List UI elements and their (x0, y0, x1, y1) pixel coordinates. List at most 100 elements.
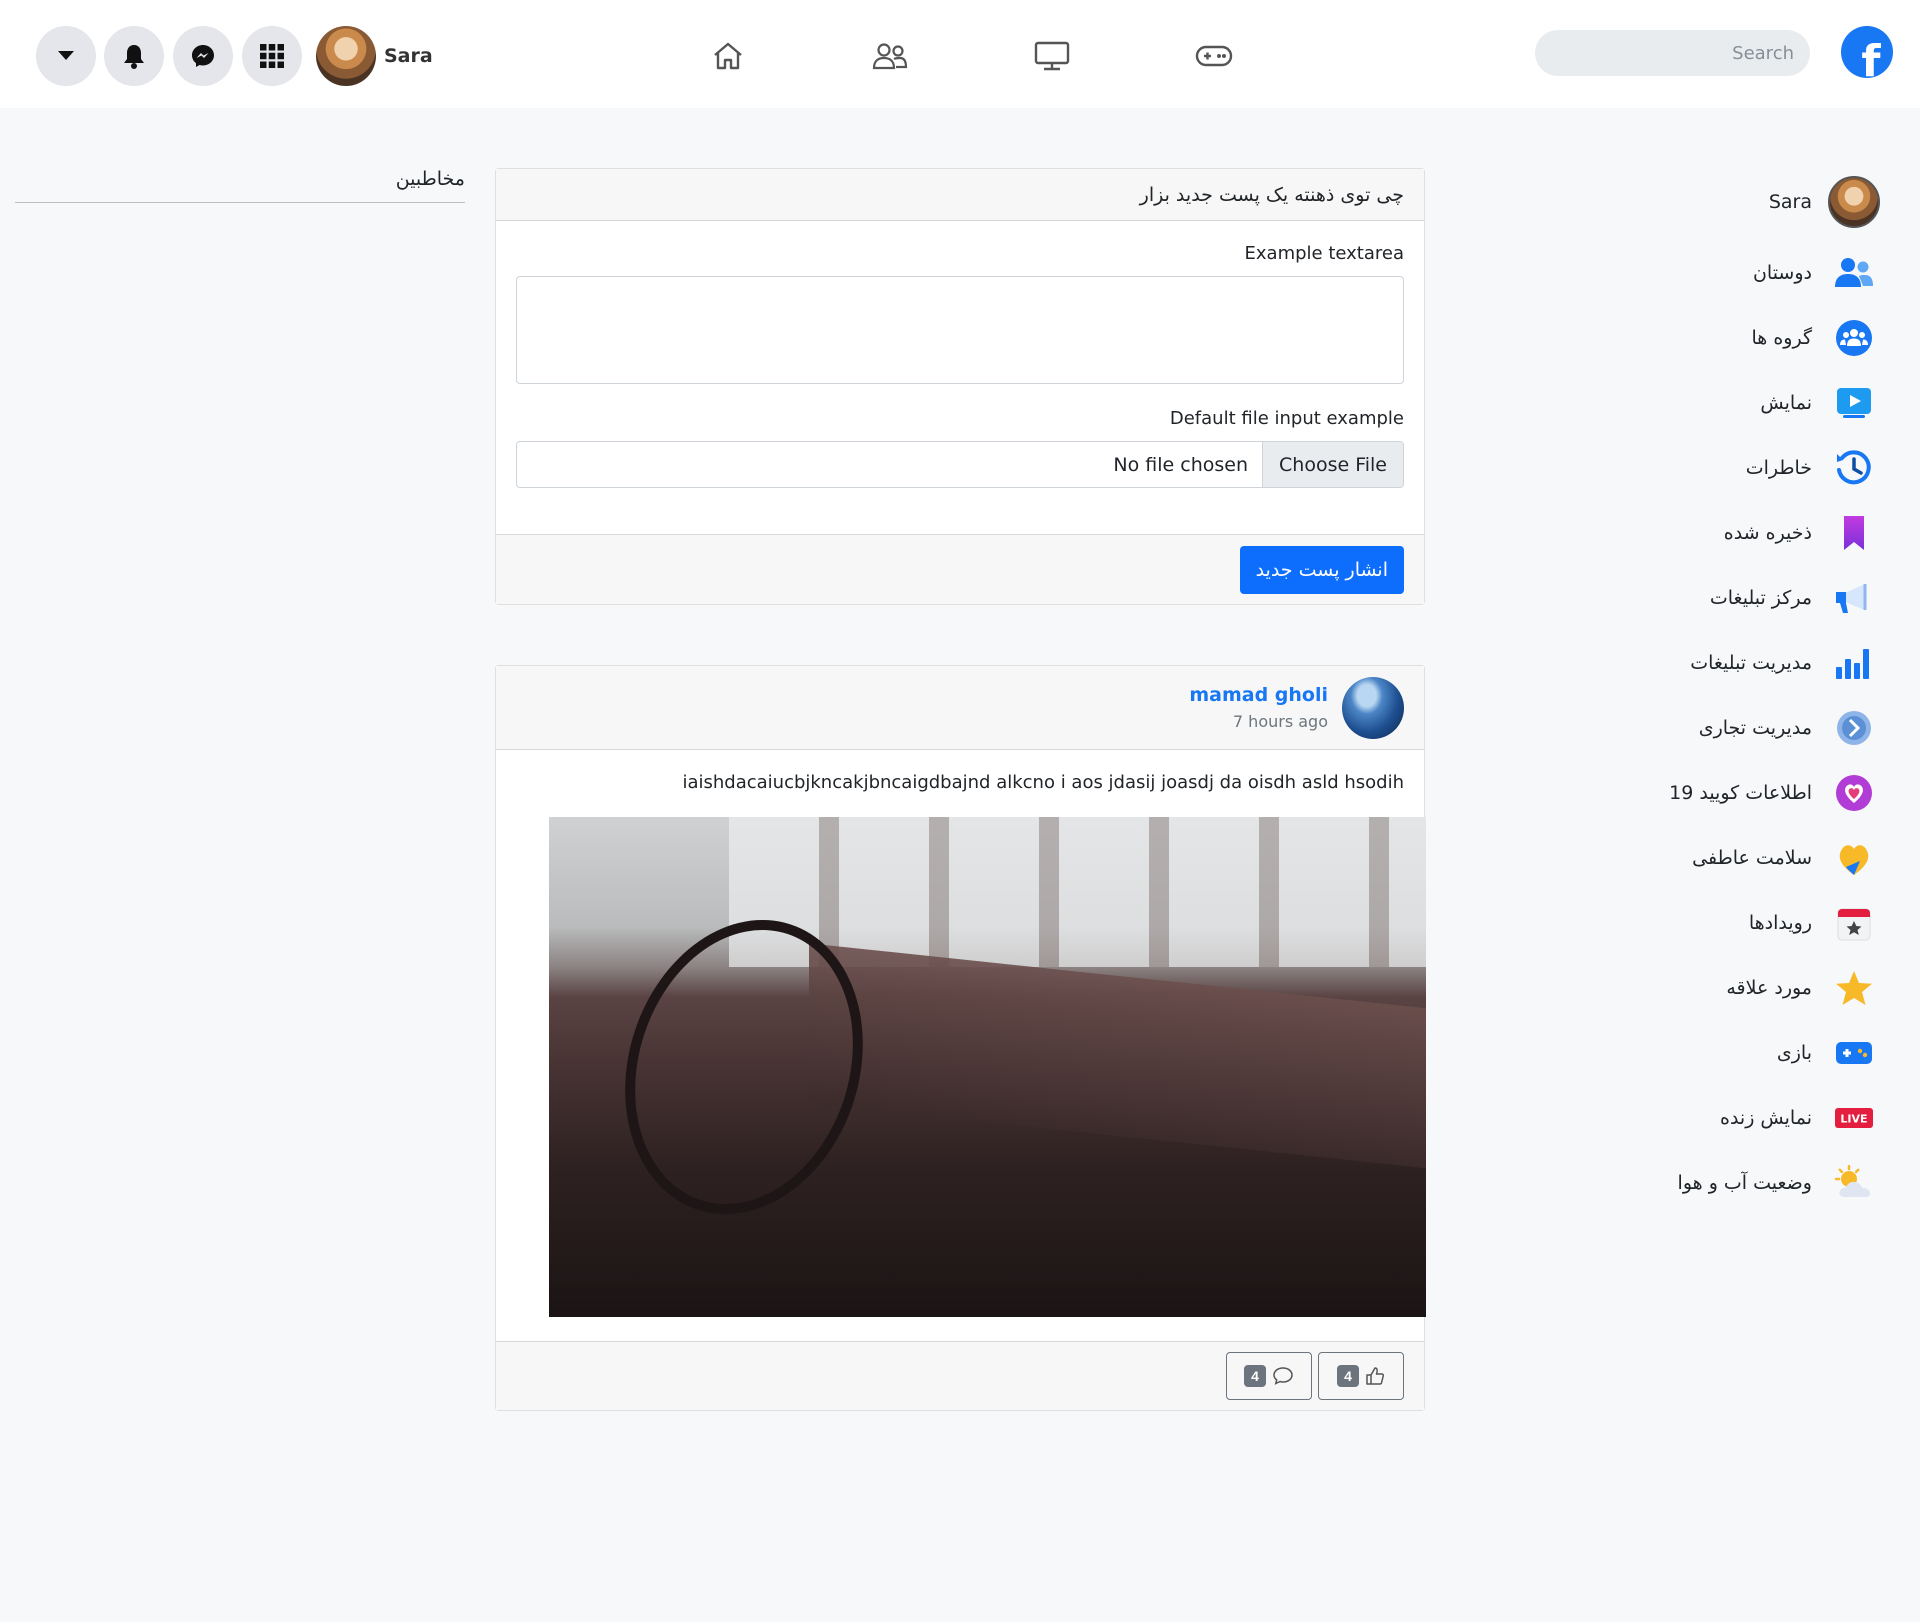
monitor-icon (1034, 41, 1070, 71)
post-author-name[interactable]: mamad gholi (1189, 684, 1328, 706)
gamepad-icon (1195, 45, 1233, 67)
image-dashboard (809, 943, 1426, 1171)
choose-file-button[interactable]: Choose File (1262, 442, 1403, 487)
sidebar-item-gaming[interactable]: بازی (1640, 1020, 1880, 1085)
like-count: 4 (1337, 1365, 1359, 1387)
contacts-panel: مخاطبین (15, 168, 465, 203)
like-button[interactable]: 4 (1318, 1352, 1404, 1400)
post-text: iaishdacaiucbjkncakjbncaigdbajnd alkcno … (682, 772, 1404, 793)
comment-icon (1273, 1367, 1293, 1385)
friends-icon (1835, 257, 1873, 287)
sidebar-item-business-manager[interactable]: مدیریت تجاری (1640, 695, 1880, 760)
post-footer: 4 4 (496, 1341, 1424, 1410)
home-icon (714, 42, 742, 70)
comment-button[interactable]: 4 (1226, 1352, 1312, 1400)
sidebar-item-covid-info[interactable]: اطلاعات کویید 19 (1640, 760, 1880, 825)
file-input[interactable]: Choose File No file chosen (516, 441, 1404, 488)
new-post-card: چی توی ذهنته یک پست جدید بزار Example te… (495, 168, 1425, 605)
bookmark-icon (1844, 515, 1864, 550)
star-icon (1836, 970, 1872, 1005)
gaming-icon (1836, 1041, 1872, 1064)
sidebar-item-favorites[interactable]: مورد علاقه (1640, 955, 1880, 1020)
publish-post-button[interactable]: انشار پست جدید (1239, 545, 1404, 594)
sidebar-item-label: نمایش (1760, 391, 1812, 414)
sidebar-item-label: رویدادها (1748, 911, 1812, 934)
sidebar-item-memories[interactable]: خاطرات (1640, 435, 1880, 500)
nav-watch[interactable] (1030, 34, 1074, 78)
sidebar-item-label: اطلاعات کویید 19 (1669, 781, 1812, 804)
sidebar-item-ad-center[interactable]: مرکز تبلیغات (1640, 565, 1880, 630)
image-background (729, 817, 1426, 967)
sidebar-item-watch[interactable]: نمایش (1640, 370, 1880, 435)
sidebar-item-label: مورد علاقه (1726, 976, 1812, 999)
comment-count: 4 (1244, 1365, 1266, 1387)
sidebar-item-label: خاطرات (1745, 456, 1812, 479)
file-input-label: Default file input example (1169, 408, 1404, 429)
sidebar-item-weather[interactable]: وضعیت آب و هوا (1640, 1150, 1880, 1215)
sidebar-item-label: بازی (1776, 1041, 1812, 1064)
bar-chart-icon (1836, 648, 1869, 679)
messenger-icon (192, 45, 214, 67)
sidebar-item-label: مدیریت تجاری (1698, 716, 1812, 739)
grid-menu-icon (260, 44, 284, 68)
thumbs-up-icon (1366, 1367, 1384, 1385)
post-author-avatar[interactable] (1342, 676, 1404, 739)
sidebar-item-label: مرکز تبلیغات (1709, 586, 1812, 609)
account-menu-button[interactable] (36, 26, 96, 86)
groups-icon (1836, 319, 1872, 356)
avatar (1828, 176, 1880, 228)
sidebar-item-ads-manager[interactable]: مدیریت تبلیغات (1640, 630, 1880, 695)
emotional-health-icon (1839, 844, 1869, 875)
sidebar-item-groups[interactable]: گروه ها (1640, 305, 1880, 370)
sidebar-item-label: نمایش زنده (1719, 1106, 1812, 1129)
nav-gaming[interactable] (1192, 34, 1236, 78)
caret-down-icon (58, 51, 74, 60)
sidebar-item-saved[interactable]: ذخیره شده (1640, 500, 1880, 565)
friends-outline-icon (872, 43, 908, 70)
sidebar-item-label: ذخیره شده (1723, 521, 1812, 544)
new-post-title: چی توی ذهنته یک پست جدید بزار (1139, 183, 1404, 206)
avatar (316, 26, 376, 86)
sidebar-item-friends[interactable]: دوستان (1640, 240, 1880, 305)
new-post-header: چی توی ذهنته یک پست جدید بزار (496, 169, 1424, 221)
live-icon: LIVE (1835, 1107, 1873, 1128)
notifications-button[interactable] (104, 26, 164, 86)
file-status: No file chosen (1113, 453, 1249, 476)
sidebar-item-live[interactable]: LIVE نمایش زنده (1640, 1085, 1880, 1150)
watch-icon (1837, 387, 1871, 418)
post-textarea[interactable] (516, 276, 1404, 384)
calendar-icon (1837, 908, 1871, 940)
live-badge-text: LIVE (1840, 1112, 1867, 1125)
sidebar-item-label: دوستان (1752, 261, 1812, 284)
sidebar-item-label: گروه ها (1751, 326, 1812, 349)
contacts-title: مخاطبین (395, 168, 465, 190)
sidebar-item-label: مدیریت تبلیغات (1690, 651, 1812, 674)
contacts-divider (15, 202, 465, 203)
post-card: mamad gholi 7 hours ago iaishdacaiucbjkn… (495, 665, 1426, 1411)
sidebar-item-label: Sara (1768, 191, 1812, 213)
profile-name: Sara (384, 45, 433, 67)
sidebar-item-label: وضعیت آب و هوا (1677, 1171, 1812, 1194)
top-navbar: Sara f (0, 0, 1920, 108)
covid-heart-icon (1836, 774, 1872, 811)
bell-icon (124, 45, 144, 69)
facebook-logo[interactable]: f (1841, 26, 1893, 78)
sidebar-item-profile[interactable]: Sara (1640, 175, 1880, 229)
textarea-label: Example textarea (1244, 243, 1404, 264)
megaphone-icon (1836, 583, 1867, 613)
business-manager-icon (1837, 710, 1871, 745)
apps-menu-button[interactable] (242, 26, 302, 86)
left-sidebar-menu: Sara دوستان گروه ها نمایش خاطرات ذخیره ش… (1640, 175, 1880, 1215)
post-header: mamad gholi 7 hours ago (496, 666, 1424, 750)
post-timestamp: 7 hours ago (1232, 712, 1328, 731)
post-image[interactable] (549, 817, 1426, 1317)
profile-link[interactable]: Sara (316, 26, 433, 86)
messenger-button[interactable] (173, 26, 233, 86)
nav-home[interactable] (706, 34, 750, 78)
sidebar-item-label: سلامت عاطفی (1692, 846, 1812, 869)
sidebar-item-events[interactable]: رویدادها (1640, 890, 1880, 955)
nav-friends[interactable] (868, 34, 912, 78)
weather-icon (1834, 1164, 1870, 1197)
search-input[interactable] (1535, 30, 1810, 76)
sidebar-item-emotional-health[interactable]: سلامت عاطفی (1640, 825, 1880, 890)
